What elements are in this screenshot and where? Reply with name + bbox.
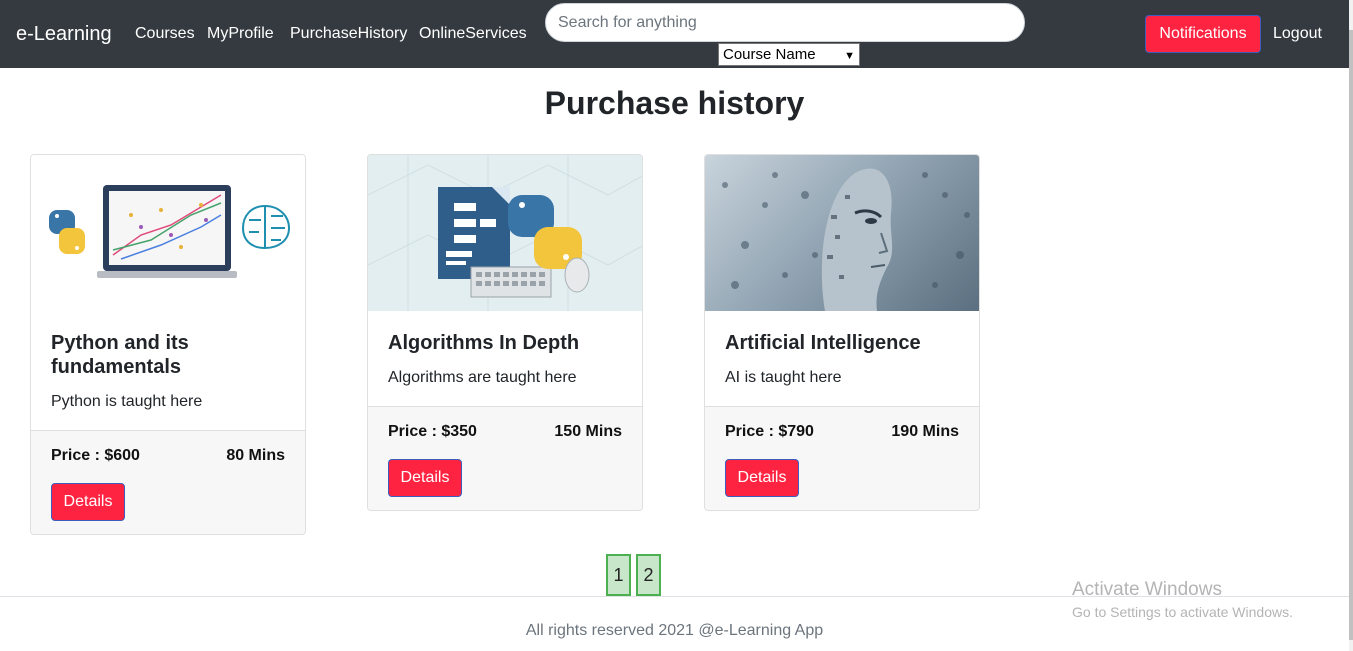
course-description: Python is taught here	[51, 393, 203, 410]
brand-logo[interactable]: e-Learning	[16, 23, 112, 46]
course-card: Artificial Intelligence AI is taught her…	[704, 154, 980, 511]
course-title: Artificial Intelligence	[725, 332, 921, 354]
scrollbar-thumb[interactable]	[1349, 30, 1353, 640]
details-button[interactable]: Details	[51, 483, 125, 521]
page-button-2[interactable]: 2	[636, 554, 661, 596]
course-duration: 80 Mins	[226, 447, 285, 464]
python-ml-laptop-image	[31, 155, 305, 311]
nav-link-onlineservices[interactable]: OnlineServices	[419, 25, 527, 43]
course-duration: 190 Mins	[891, 423, 959, 440]
navbar: e-Learning Courses MyProfile PurchaseHis…	[0, 0, 1349, 68]
select-value: Course Name	[723, 46, 816, 63]
page-button-1[interactable]: 1	[606, 554, 631, 596]
flowchart-python-image	[368, 155, 642, 311]
nav-link-courses[interactable]: Courses	[135, 25, 195, 43]
logout-link[interactable]: Logout	[1273, 25, 1322, 43]
nav-link-myprofile[interactable]: MyProfile	[207, 25, 274, 43]
details-button[interactable]: Details	[388, 459, 462, 497]
search-category-select[interactable]: Course Name ▼	[718, 43, 860, 66]
activate-windows-subtitle: Go to Settings to activate Windows.	[1072, 604, 1293, 620]
course-duration: 150 Mins	[554, 423, 622, 440]
footer-text: All rights reserved 2021 @e-Learning App	[525, 622, 824, 639]
course-title: Algorithms In Depth	[388, 332, 580, 354]
course-title: Python and its fundamentals	[51, 332, 189, 378]
notifications-button[interactable]: Notifications	[1145, 15, 1261, 53]
course-description: AI is taught here	[725, 369, 842, 386]
activate-windows-title: Activate Windows	[1072, 579, 1222, 600]
search-input[interactable]: Search for anything	[545, 3, 1025, 42]
course-description: Algorithms are taught here	[388, 369, 577, 386]
course-card: Python and its fundamentals Python is ta…	[30, 154, 306, 535]
page-title: Purchase history	[544, 85, 805, 121]
chevron-down-icon: ▼	[844, 50, 855, 62]
nav-link-purchasehistory[interactable]: PurchaseHistory	[290, 25, 407, 43]
ai-face-image	[705, 155, 979, 311]
details-button[interactable]: Details	[725, 459, 799, 497]
course-card: Algorithms In Depth Algorithms are taugh…	[367, 154, 643, 511]
